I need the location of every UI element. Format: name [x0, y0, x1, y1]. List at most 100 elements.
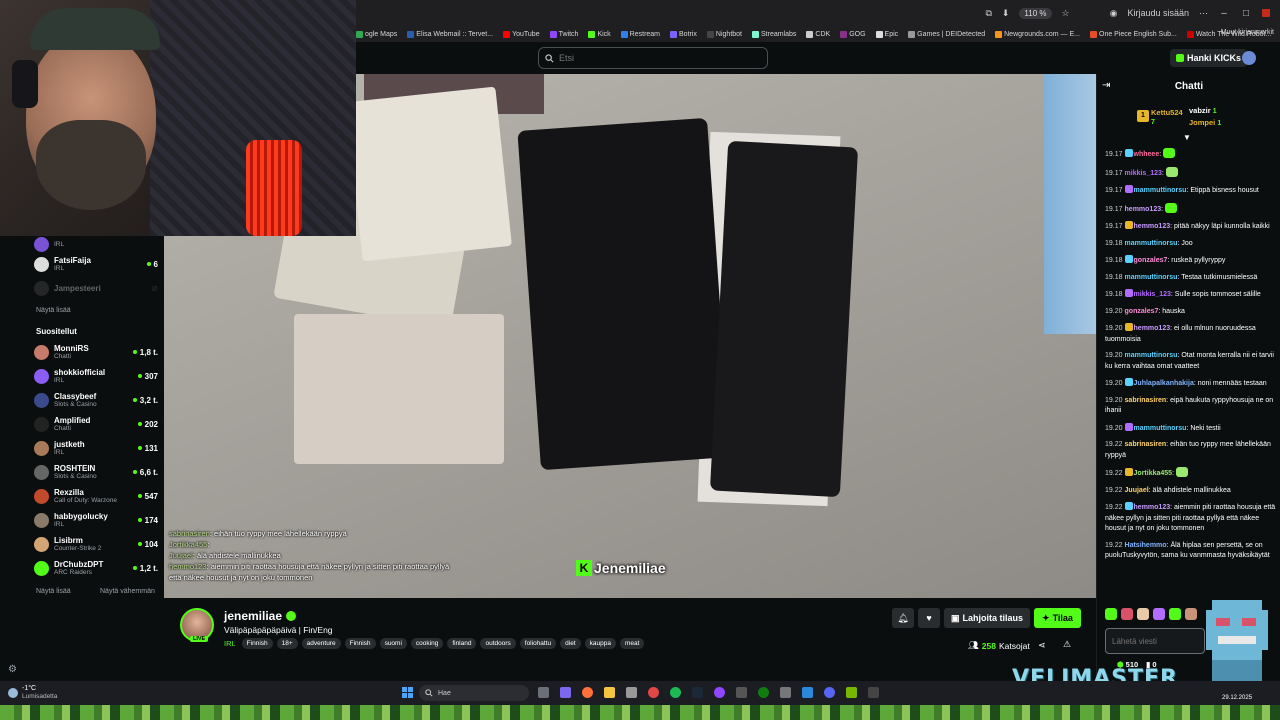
sidebar-channel[interactable]: Jampesteeri ⊘ [34, 276, 158, 300]
bookmark-item[interactable]: CDK [806, 30, 830, 38]
bookmark-item[interactable]: ogle Maps [356, 30, 397, 38]
stream-category[interactable]: IRL [224, 639, 236, 648]
bookmark-item[interactable]: Epic [875, 30, 898, 38]
close-button[interactable] [1262, 9, 1270, 17]
bookmark-item[interactable]: Newgrounds.com — E... [995, 30, 1080, 38]
chat-username[interactable]: hemmo123 [1134, 223, 1171, 230]
settings-app-icon[interactable] [780, 687, 791, 698]
chat-username[interactable]: hemmo123 [1134, 325, 1171, 332]
stream-tag[interactable]: Finnish [241, 638, 273, 649]
app-icon-13[interactable] [802, 687, 813, 698]
settings-gear-icon[interactable]: ⚙ [8, 664, 17, 675]
share-icon[interactable]: ⋖ [1038, 640, 1046, 651]
chat-username[interactable]: Jortikka455 [1134, 470, 1173, 477]
file-explorer-icon[interactable] [604, 687, 615, 698]
sidebar-channel[interactable]: ROSHTEIN Slots & Casino 6,6 t. [34, 460, 158, 484]
bookmark-item[interactable]: Games | DEIDetected [908, 30, 985, 38]
chat-username[interactable]: mammuttinorsu [1125, 274, 1178, 281]
menu-icon[interactable]: ⋯ [1199, 8, 1208, 19]
stream-tag[interactable]: 18+ [276, 638, 298, 649]
bookmark-item[interactable]: Elisa Webmail :: Tervet... [407, 30, 493, 38]
chat-username[interactable]: mikkis_123 [1134, 291, 1171, 298]
search-input[interactable] [559, 53, 759, 63]
sidebar-channel[interactable]: MonniRS Chatti 1,8 t. [34, 340, 158, 364]
favorite-star-icon[interactable]: ☆ [1062, 8, 1070, 19]
stream-tag[interactable]: outdoors [480, 638, 516, 649]
sidebar-channel[interactable]: Amplified Chatti 202 [34, 412, 158, 436]
quick-emote-icon[interactable] [1121, 608, 1133, 620]
windows-start-button[interactable] [402, 687, 413, 698]
bookmark-item[interactable]: Streamlabs [752, 30, 796, 38]
quick-emote-icon[interactable] [1137, 608, 1149, 620]
steam-icon[interactable] [692, 687, 703, 698]
chat-username[interactable]: whheee [1134, 151, 1160, 158]
search-bar[interactable] [538, 47, 768, 69]
sidebar-channel[interactable]: Rexzilla Call of Duty: Warzone 547 [34, 484, 158, 508]
discord-icon[interactable] [824, 687, 835, 698]
subscribe-button[interactable]: ✦ Tilaa [1034, 608, 1081, 628]
chrome-icon[interactable] [648, 687, 659, 698]
bookmark-item[interactable]: Restream [620, 30, 660, 38]
bookmark-item[interactable]: GOG [840, 30, 866, 38]
sidebar-channel[interactable]: habbygolucky IRL 174 [34, 508, 158, 532]
chat-username[interactable]: hemmo123 [1134, 504, 1171, 511]
bookmark-item[interactable]: One Piece English Sub... [1090, 30, 1177, 38]
streamer-name[interactable]: jenemiliae [224, 609, 282, 623]
maximize-button[interactable]: □ [1240, 8, 1252, 19]
nvidia-icon[interactable] [846, 687, 857, 698]
sidebar-channel[interactable]: DrChubzDPT ARC Raiders 1,2 t. [34, 556, 158, 580]
sidebar-channel[interactable]: FatsiFaija IRL 6 [34, 252, 158, 276]
stream-tag[interactable]: foliohattu [519, 638, 557, 649]
app-icon-5[interactable] [626, 687, 637, 698]
quick-emote-icon[interactable] [1153, 608, 1165, 620]
follow-heart-button[interactable]: ♥ [918, 608, 940, 628]
profile-icon[interactable]: ◉ [1110, 8, 1118, 19]
report-warning-icon[interactable]: ⚠ [1063, 639, 1071, 650]
chat-username[interactable]: Hatsihemmo [1125, 542, 1167, 549]
chat-username[interactable]: mikkis_123 [1125, 170, 1162, 177]
minimize-button[interactable]: – [1218, 8, 1230, 19]
show-less-link[interactable]: Näytä vähemmän [100, 588, 155, 595]
bookmark-item[interactable]: YouTube [503, 30, 540, 38]
obs-icon[interactable] [714, 687, 725, 698]
firefox-icon[interactable] [582, 687, 593, 698]
notifications-bell-button[interactable]: 🔔︎ [892, 608, 914, 628]
sign-in-link[interactable]: Kirjaudu sisään [1127, 8, 1189, 18]
sidebar-channel[interactable]: justketh IRL 131 [34, 436, 158, 460]
stream-tag[interactable]: diet [560, 638, 581, 649]
stream-tag[interactable]: finland [447, 638, 477, 649]
get-kicks-button[interactable]: Hanki KICKs [1170, 49, 1248, 67]
sidebar-channel[interactable]: Classybeef Slots & Casino 3,2 t. [34, 388, 158, 412]
leaderboard-entry[interactable]: vabzir 1 [1189, 106, 1217, 115]
chat-username[interactable]: sabrinasiren [1125, 397, 1167, 404]
chat-username[interactable]: mammuttinorsu [1125, 352, 1178, 359]
stream-tag[interactable]: suomi [379, 638, 407, 649]
chat-input[interactable] [1112, 636, 1192, 646]
stream-tag[interactable]: adventure [301, 638, 341, 649]
stream-tag[interactable]: cooking [410, 638, 444, 649]
sidebar-channel[interactable]: shokkiofficial IRL 307 [34, 364, 158, 388]
bookmark-item[interactable]: Kick [588, 30, 611, 38]
show-more-recommended-link[interactable]: Näytä lisää [36, 588, 71, 595]
quick-emote-icon[interactable] [1105, 608, 1117, 620]
task-view-icon[interactable] [538, 687, 549, 698]
user-avatar[interactable] [1242, 51, 1256, 65]
chat-username[interactable]: mammuttinorsu [1134, 425, 1187, 432]
stream-tag[interactable]: kauppa [584, 638, 616, 649]
stream-tag[interactable]: Finnish [344, 638, 376, 649]
quick-emote-icon[interactable] [1169, 608, 1181, 620]
bookmark-item[interactable]: Twitch [549, 30, 578, 38]
bookmark-item[interactable]: Botrix [670, 30, 697, 38]
extensions-icon[interactable]: ⧉ [985, 8, 991, 19]
chat-username[interactable]: gonzales7 [1134, 257, 1168, 264]
spotify-icon[interactable] [670, 687, 681, 698]
chat-username[interactable]: Juujael [1125, 487, 1149, 494]
gift-subscription-button[interactable]: ▣ Lahjoita tilaus [944, 608, 1031, 628]
chat-username[interactable]: mammuttinorsu [1125, 240, 1178, 247]
show-more-followed-link[interactable]: Näytä lisää [36, 307, 71, 314]
expand-leaderboard-icon[interactable]: ▼ [1183, 133, 1191, 142]
other-bookmarks[interactable]: Muut kirjanmerkit [1221, 29, 1274, 36]
chat-username[interactable]: Juhlapalkanhakija [1134, 380, 1194, 387]
chat-username[interactable]: mammuttinorsu [1134, 187, 1187, 194]
taskbar-search[interactable]: Hae [419, 685, 529, 701]
